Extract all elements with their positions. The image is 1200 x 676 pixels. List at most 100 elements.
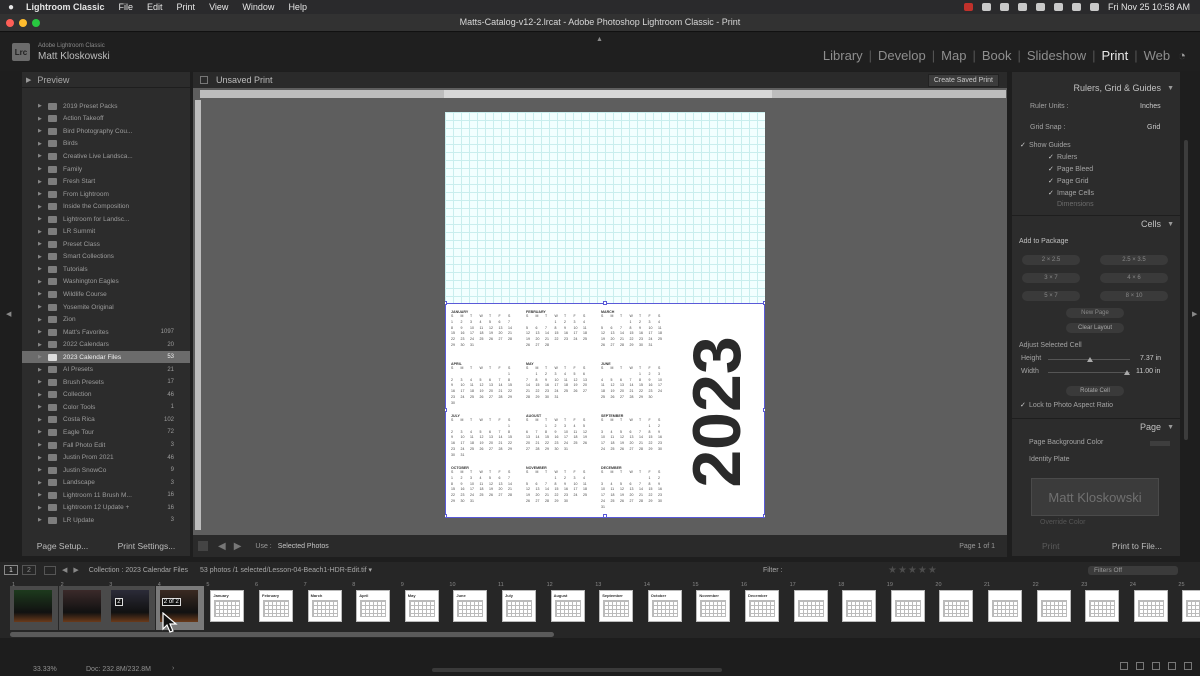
selected-file[interactable]: /Lesson-04-Beach1-HDR-Edit.tif ▾: [267, 566, 372, 574]
filmstrip-thumbnail[interactable]: February: [259, 590, 293, 622]
template-folder-item[interactable]: ▶ 2022 Calendars 20: [22, 338, 190, 351]
template-folder-item[interactable]: ▶ Matt's Favorites 1097: [22, 326, 190, 339]
disclosure-triangle-icon[interactable]: ▶: [38, 354, 44, 360]
disclosure-triangle-icon[interactable]: ▶: [38, 116, 44, 122]
new-page-button[interactable]: New Page: [1066, 308, 1124, 318]
share-icon[interactable]: ◔: [1178, 48, 1186, 63]
template-folder-item[interactable]: ▶ Costa Rica 102: [22, 414, 190, 427]
template-folder-item[interactable]: ▶ Eagle Tour 72: [22, 426, 190, 439]
template-folder-item[interactable]: ▶ Inside the Composition: [22, 200, 190, 213]
disclosure-triangle-icon[interactable]: ▶: [38, 467, 44, 473]
collapse-left-icon[interactable]: ◀: [6, 310, 11, 318]
disclosure-triangle-icon[interactable]: ▶: [38, 404, 44, 410]
control-center-icon[interactable]: [1071, 3, 1081, 11]
height-slider-knob[interactable]: [1087, 357, 1093, 362]
filmstrip-thumbnail[interactable]: April: [356, 590, 391, 622]
template-folder-item[interactable]: ▶ Action Takeoff: [22, 113, 190, 126]
size-5x7-button[interactable]: 5 × 7: [1022, 291, 1080, 301]
right-panel-scrollbar[interactable]: [1184, 140, 1188, 440]
width-slider[interactable]: [1048, 372, 1130, 373]
disclosure-triangle-icon[interactable]: ▶: [38, 367, 44, 373]
filmstrip-thumbnail[interactable]: May: [404, 590, 439, 622]
filmstrip-thumbnail[interactable]: [988, 590, 1022, 622]
cell-handle[interactable]: [763, 301, 765, 305]
record-icon[interactable]: [963, 3, 973, 11]
template-folder-item[interactable]: ▶ Landscape 3: [22, 476, 190, 489]
template-folder-item[interactable]: ▶ 2023 Calendar Files 53: [22, 350, 190, 364]
next-page-icon[interactable]: ▶: [234, 541, 242, 552]
window-1-button[interactable]: 1: [4, 565, 18, 575]
filmstrip-thumbnail[interactable]: [1133, 590, 1168, 622]
menu-file[interactable]: File: [112, 2, 141, 12]
template-folder-item[interactable]: ▶ Color Tools 1: [22, 401, 190, 414]
disclosure-triangle-icon[interactable]: ▶: [38, 304, 44, 310]
size-4x6-button[interactable]: 4 × 6: [1100, 273, 1168, 283]
status-arrow-icon[interactable]: ›: [172, 665, 174, 672]
disclosure-triangle-icon[interactable]: ▶: [38, 392, 44, 398]
template-folder-item[interactable]: ▶ Preset Class: [22, 238, 190, 251]
guide-page-grid-checkbox[interactable]: ✓ Page Grid: [1048, 177, 1089, 185]
status-scrollbar[interactable]: [432, 668, 722, 672]
override-color-label[interactable]: Override Color: [1040, 519, 1086, 526]
play-icon[interactable]: [999, 3, 1009, 11]
cell-handle[interactable]: [445, 408, 447, 412]
module-web[interactable]: Web: [1144, 48, 1171, 63]
disclosure-triangle-icon[interactable]: ▶: [38, 505, 44, 511]
disclosure-triangle-icon[interactable]: ▶: [38, 492, 44, 498]
size-8x10-button[interactable]: 8 × 10: [1100, 291, 1168, 301]
filmstrip-scrollbar[interactable]: [10, 632, 554, 637]
cells-header[interactable]: Cells ▼: [1012, 216, 1180, 232]
new-layer-icon[interactable]: [1168, 662, 1176, 670]
disclosure-triangle-icon[interactable]: ▶: [38, 204, 44, 210]
print-to-file-button[interactable]: Print to File...: [1112, 541, 1162, 551]
show-guides-checkbox[interactable]: ✓ Show Guides: [1020, 141, 1071, 149]
disclosure-triangle-icon[interactable]: ▶: [38, 517, 44, 523]
disclosure-triangle-icon[interactable]: ▶: [38, 229, 44, 235]
disclosure-triangle-icon[interactable]: ▶: [38, 103, 44, 109]
siri-icon[interactable]: [1089, 3, 1099, 11]
mask-icon[interactable]: [1136, 662, 1144, 670]
template-folder-item[interactable]: ▶ LR Summit: [22, 225, 190, 238]
adjustment-icon[interactable]: [1152, 662, 1160, 670]
filmstrip-thumbnail[interactable]: June: [453, 590, 488, 622]
template-folder-item[interactable]: ▶ Yosemite Original: [22, 301, 190, 314]
identity-plate-preview[interactable]: Matt Kloskowski: [1031, 478, 1159, 516]
filters-off-select[interactable]: Filters Off: [1088, 566, 1178, 575]
forward-arrow-icon[interactable]: ▶: [73, 566, 78, 574]
bluetooth-icon[interactable]: [1017, 3, 1027, 11]
page-setup-button[interactable]: Page Setup...: [31, 538, 95, 554]
template-folder-item[interactable]: ▶ AI Presets 21: [22, 363, 190, 376]
menu-edit[interactable]: Edit: [140, 2, 170, 12]
identity-plate-checkbox[interactable]: Identity Plate: [1020, 456, 1069, 463]
page-bg-swatch[interactable]: [1150, 441, 1170, 446]
template-folder-item[interactable]: ▶ 2019 Preset Packs: [22, 100, 190, 113]
width-slider-knob[interactable]: [1124, 370, 1130, 375]
disclosure-triangle-icon[interactable]: ▶: [38, 291, 44, 297]
print-button[interactable]: Print: [1042, 541, 1059, 551]
cell-handle[interactable]: [763, 408, 765, 412]
module-print[interactable]: Print: [1102, 48, 1129, 63]
cell-handle[interactable]: [445, 301, 447, 305]
template-folder-item[interactable]: ▶ Collection 46: [22, 389, 190, 402]
template-folder-item[interactable]: ▶ LR Update 3: [22, 514, 190, 527]
template-folder-item[interactable]: ▶ Lightroom 11 Brush M... 16: [22, 489, 190, 502]
template-folder-item[interactable]: ▶ Family: [22, 163, 190, 176]
fx-icon[interactable]: [1120, 662, 1128, 670]
height-value[interactable]: 7.37 in: [1140, 355, 1161, 362]
horizontal-ruler[interactable]: [200, 90, 1006, 98]
filmstrip-thumbnail[interactable]: [793, 590, 828, 622]
disclosure-triangle-icon[interactable]: ▶: [38, 254, 44, 260]
template-folder-item[interactable]: ▶ Wildlife Course: [22, 288, 190, 301]
template-folder-item[interactable]: ▶ Fresh Start: [22, 175, 190, 188]
grid-snap-select[interactable]: Grid: [1147, 124, 1160, 131]
template-folder-item[interactable]: ▶ Birds: [22, 138, 190, 151]
filmstrip-thumbnail[interactable]: October: [647, 590, 682, 622]
clear-layout-button[interactable]: Clear Layout: [1066, 323, 1124, 333]
collapse-top-icon[interactable]: ▲: [596, 36, 603, 43]
template-folder-item[interactable]: ▶ Fall Photo Edit 3: [22, 439, 190, 452]
create-saved-print-button[interactable]: Create Saved Print: [927, 74, 999, 87]
template-folder-item[interactable]: ▶ Washington Eagles: [22, 276, 190, 289]
size-2x2.5-button[interactable]: 2 × 2.5: [1022, 255, 1080, 265]
module-library[interactable]: Library: [823, 48, 863, 63]
search-icon[interactable]: [1053, 3, 1063, 11]
